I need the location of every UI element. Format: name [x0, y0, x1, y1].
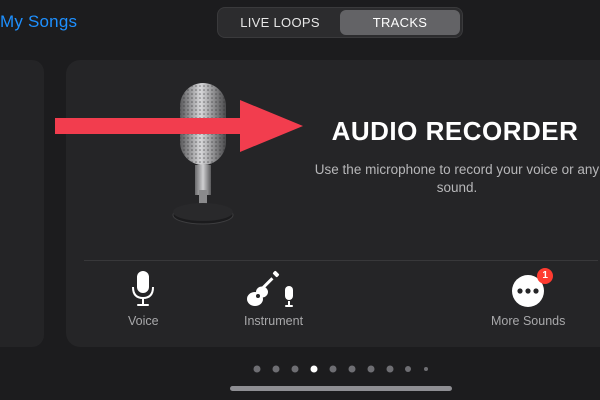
page-dot [405, 366, 411, 372]
annotation-arrow [55, 100, 303, 152]
page-dot [367, 365, 375, 373]
page-dot [348, 365, 356, 373]
page-dot-current [310, 365, 318, 373]
page-dot [424, 367, 428, 371]
page-dot [291, 365, 299, 373]
page-dot [253, 365, 261, 373]
page-dot [272, 365, 280, 373]
page-dot [386, 365, 394, 373]
page-indicator[interactable] [0, 364, 600, 374]
home-indicator[interactable] [230, 386, 452, 391]
page-dot [329, 365, 337, 373]
